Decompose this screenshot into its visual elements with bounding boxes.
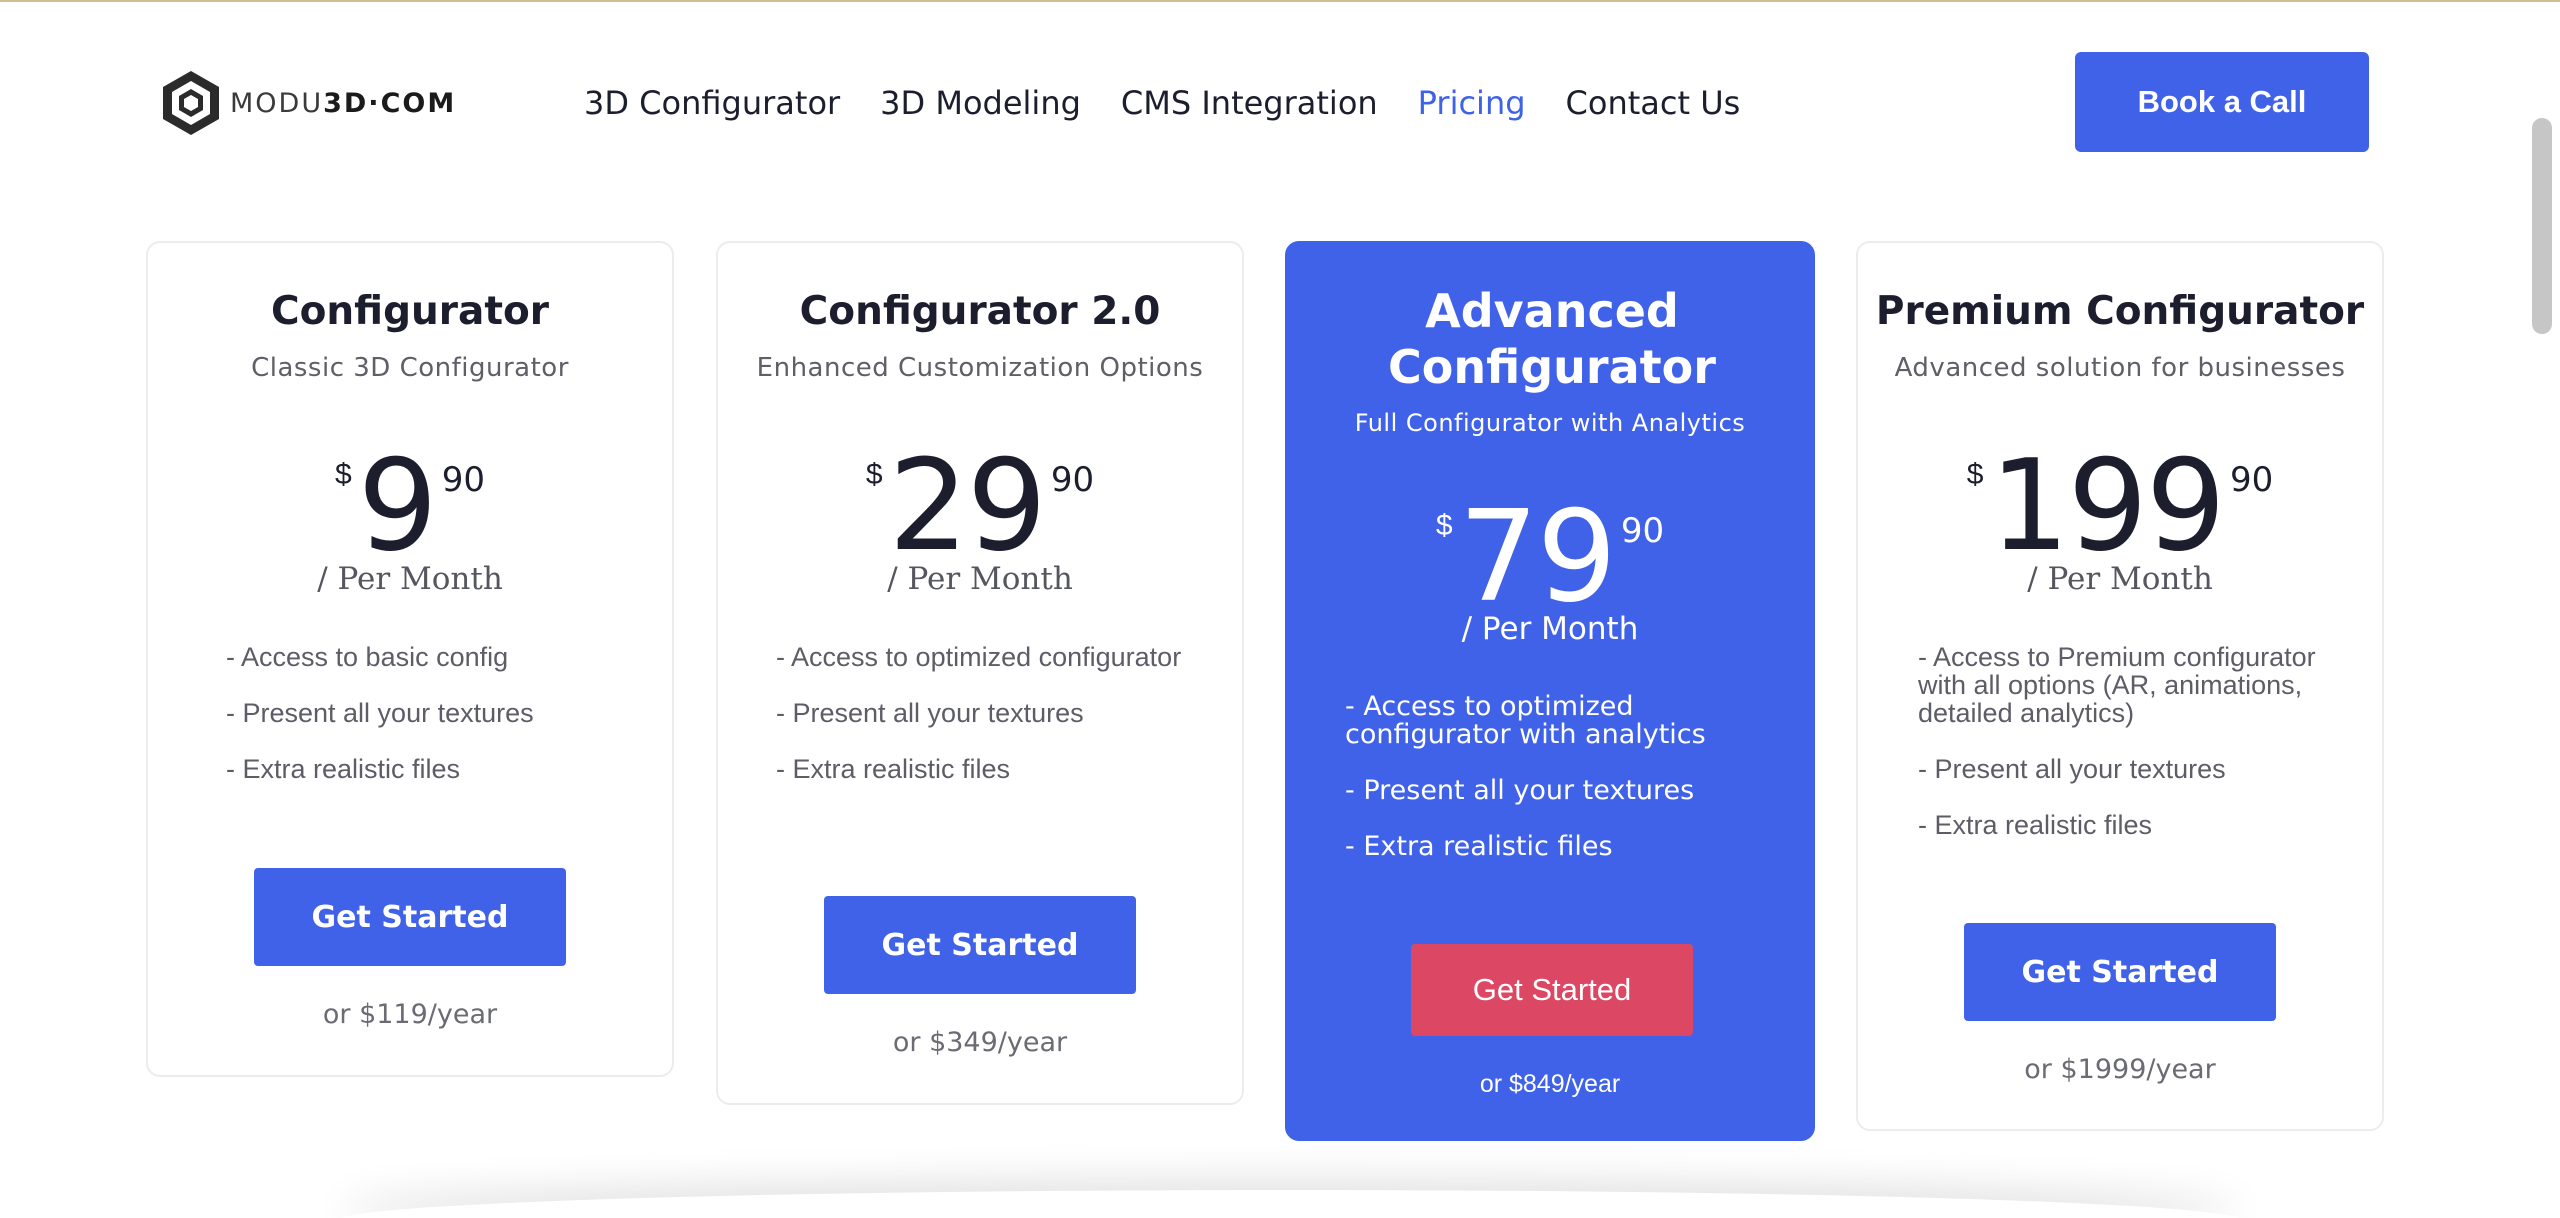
price-amount: 9 xyxy=(357,432,438,579)
price-period: / Per Month xyxy=(317,561,503,597)
section-shadow xyxy=(340,1190,2240,1218)
get-started-button[interactable]: Get Started xyxy=(1964,923,2276,1021)
plan-price: $ 9 90 xyxy=(148,432,672,579)
nav-cms-integration[interactable]: CMS Integration xyxy=(1121,84,1378,122)
feature-item: - Present all your textures xyxy=(226,698,534,728)
get-started-button[interactable]: Get Started xyxy=(824,896,1136,994)
feature-item: - Access to optimized configurator with … xyxy=(1345,691,1706,750)
plan-subtitle: Advanced solution for businesses xyxy=(1894,353,2346,383)
feature-item: - Access to optimized configurator xyxy=(776,642,1182,672)
main-nav: 3D Configurator 3D Modeling CMS Integrat… xyxy=(584,78,1780,128)
price-amount: 29 xyxy=(888,432,1047,579)
price-period: / Per Month xyxy=(1461,611,1639,647)
plan-features: - Access to optimized configurator - Pre… xyxy=(776,643,1196,811)
logo-wordmark: MODU3D·COM xyxy=(230,88,456,119)
price-currency: $ xyxy=(1966,458,1984,491)
logo-wordmark-bold: 3D·COM xyxy=(323,87,457,119)
nav-3d-modeling[interactable]: 3D Modeling xyxy=(880,84,1081,122)
plan-title: Advanced Configurator xyxy=(1388,284,1716,394)
plan-card-advanced-configurator: Advanced Configurator Full Configurator … xyxy=(1285,241,1815,1141)
feature-item: - Extra realistic files xyxy=(776,754,1011,784)
site-logo[interactable]: MODU3D·COM xyxy=(160,68,456,138)
price-currency: $ xyxy=(1435,509,1453,542)
plan-card-configurator: Configurator Classic 3D Configurator $ 9… xyxy=(146,241,674,1077)
nav-contact-us[interactable]: Contact Us xyxy=(1566,84,1741,122)
price-cents: 90 xyxy=(1050,460,1095,500)
price-period: / Per Month xyxy=(2027,561,2213,597)
feature-item: - Extra realistic files xyxy=(226,754,461,784)
yearly-price: or $1999/year xyxy=(2024,1054,2216,1085)
plan-title: Configurator 2.0 xyxy=(799,289,1161,334)
feature-item: - Extra realistic files xyxy=(1345,831,1613,862)
price-currency: $ xyxy=(334,458,352,491)
feature-item: - Access to Premium configurator with al… xyxy=(1918,642,2316,728)
plan-subtitle: Classic 3D Configurator xyxy=(251,353,569,383)
yearly-price: or $849/year xyxy=(1479,1070,1621,1098)
plan-price: $ 79 90 xyxy=(1287,483,1813,630)
plan-title: Configurator xyxy=(271,289,549,334)
plan-features: - Access to optimized configurator with … xyxy=(1345,693,1765,889)
price-period: / Per Month xyxy=(887,561,1073,597)
get-started-button[interactable]: Get Started xyxy=(254,868,566,966)
plan-features: - Access to Premium configurator with al… xyxy=(1918,643,2358,867)
plan-price: $ 29 90 xyxy=(718,432,1242,579)
feature-item: - Access to basic config xyxy=(226,642,509,672)
price-cents: 90 xyxy=(1620,511,1665,551)
book-a-call-button[interactable]: Book a Call xyxy=(2075,52,2369,152)
plan-features: - Access to basic config - Present all y… xyxy=(226,643,646,811)
yearly-price: or $349/year xyxy=(892,1027,1068,1058)
price-amount: 79 xyxy=(1458,483,1617,630)
nav-pricing[interactable]: Pricing xyxy=(1418,84,1526,122)
logo-wordmark-light: MODU xyxy=(230,87,324,119)
page-scrollbar[interactable] xyxy=(2532,118,2552,334)
feature-item: - Present all your textures xyxy=(1918,754,2226,784)
price-cents: 90 xyxy=(2229,460,2274,500)
yearly-price: or $119/year xyxy=(322,999,498,1030)
get-started-button[interactable]: Get Started xyxy=(1411,944,1693,1036)
plan-title: Premium Configurator xyxy=(1875,289,2365,334)
feature-item: - Present all your textures xyxy=(776,698,1084,728)
feature-item: - Present all your textures xyxy=(1345,775,1695,806)
plan-price: $ 199 90 xyxy=(1858,432,2382,579)
feature-item: - Extra realistic files xyxy=(1918,810,2153,840)
plan-card-configurator-2: Configurator 2.0 Enhanced Customization … xyxy=(716,241,1244,1105)
modu3d-cube-logo-icon xyxy=(163,71,219,135)
plan-subtitle: Full Configurator with Analytics xyxy=(1354,409,1746,437)
nav-3d-configurator[interactable]: 3D Configurator xyxy=(584,84,840,122)
price-currency: $ xyxy=(865,458,883,491)
price-amount: 199 xyxy=(1989,432,2225,579)
price-cents: 90 xyxy=(441,460,486,500)
site-header: MODU3D·COM 3D Configurator 3D Modeling C… xyxy=(0,0,2560,200)
plan-subtitle: Enhanced Customization Options xyxy=(756,353,1204,383)
plan-card-premium-configurator: Premium Configurator Advanced solution f… xyxy=(1856,241,2384,1131)
